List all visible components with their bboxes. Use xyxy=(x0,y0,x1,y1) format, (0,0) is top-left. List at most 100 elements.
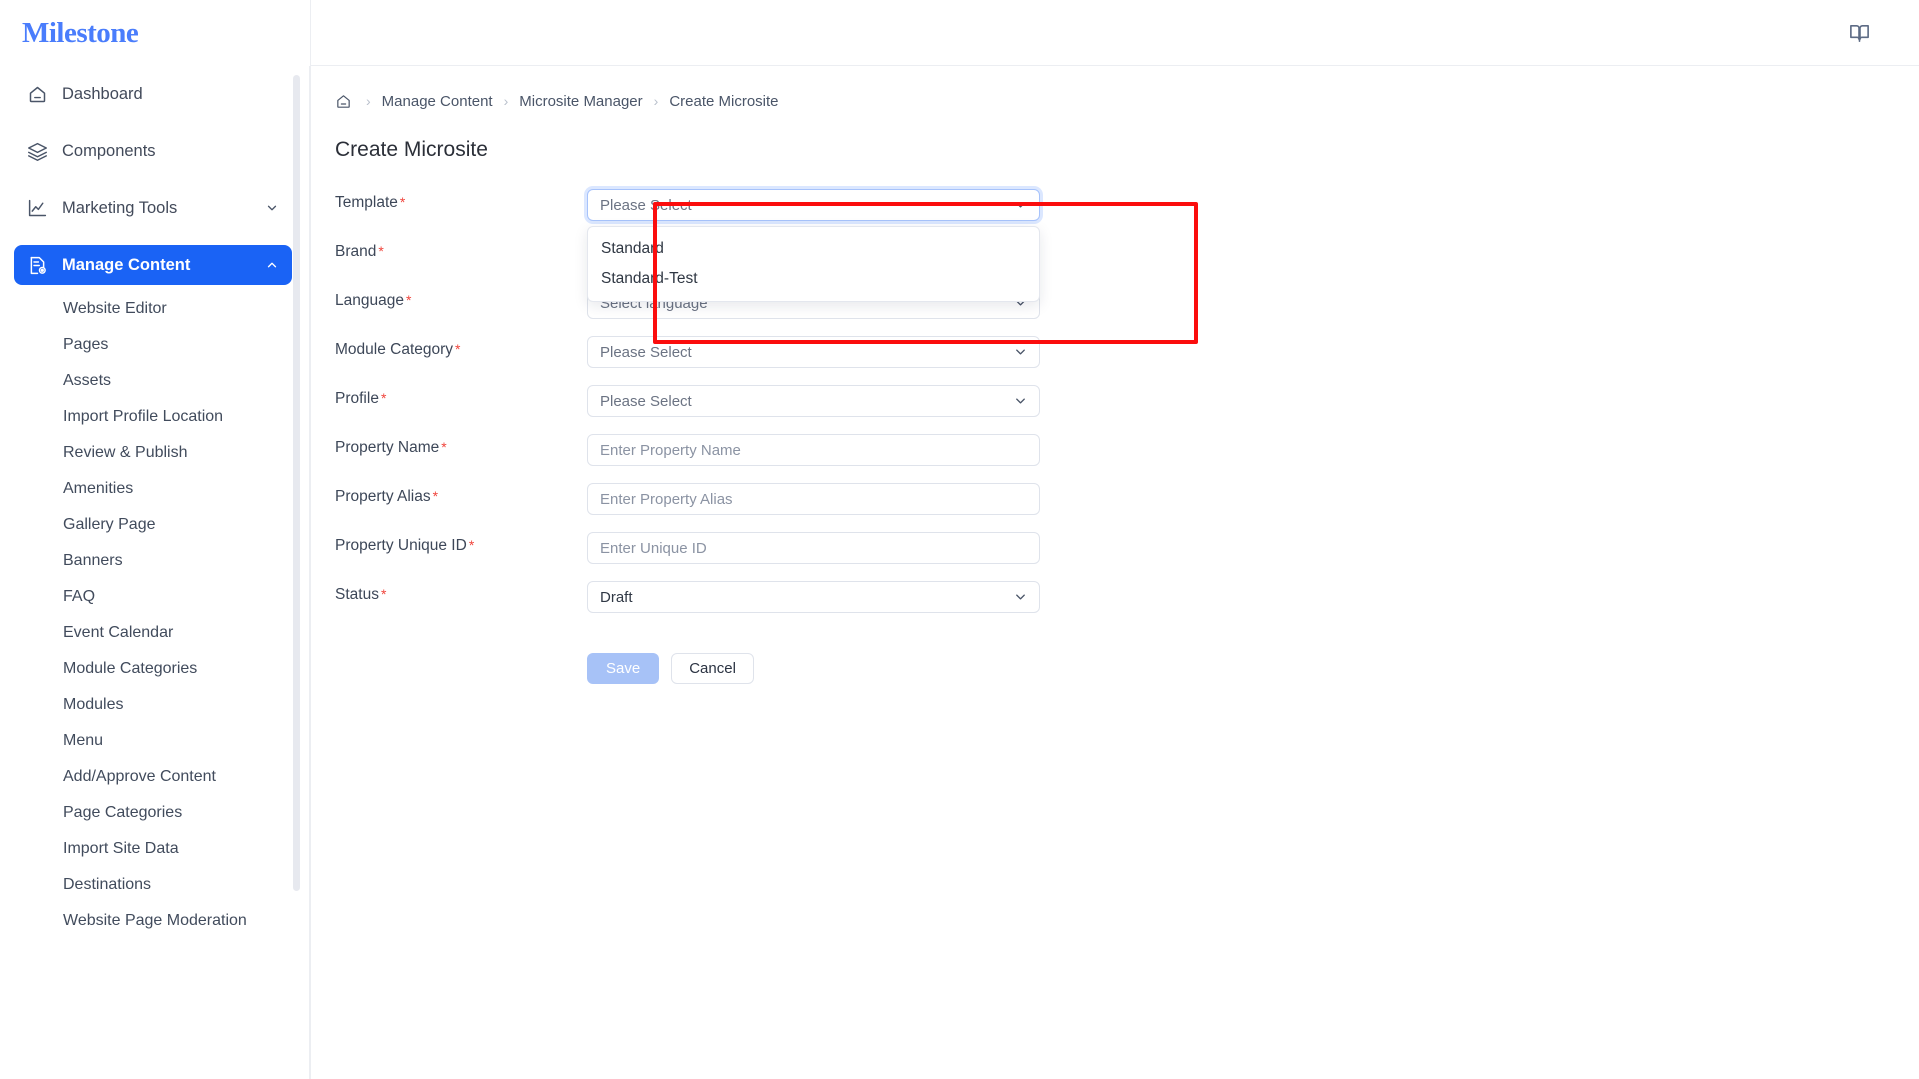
field-label-property-unique-id: Property Unique ID * xyxy=(335,532,587,555)
form-row-module-category: Module Category * Please Select xyxy=(335,336,1919,385)
sidebar-item-label: Manage Content xyxy=(62,255,191,274)
field-control-profile: Please Select xyxy=(587,385,1040,417)
sidebar-item-review-publish[interactable]: Review & Publish xyxy=(0,435,310,471)
property-alias-field-wrap xyxy=(587,483,1040,515)
sidebar-scrollbar[interactable] xyxy=(293,75,300,891)
sidebar-item-modules[interactable]: Modules xyxy=(0,687,310,723)
chart-line-icon xyxy=(24,196,50,220)
field-label-template: Template * xyxy=(335,189,587,212)
status-select[interactable]: Draft xyxy=(587,581,1040,613)
breadcrumb-item-create-microsite[interactable]: Create Microsite xyxy=(669,93,778,110)
field-label-status: Status * xyxy=(335,581,587,604)
sidebar-item-menu[interactable]: Menu xyxy=(0,723,310,759)
required-marker: * xyxy=(468,537,475,553)
sidebar-item-gallery-page[interactable]: Gallery Page xyxy=(0,507,310,543)
label-text: Property Unique ID xyxy=(335,537,467,554)
required-marker: * xyxy=(399,194,406,210)
required-marker: * xyxy=(380,586,387,602)
sidebar-item-website-page-moderation[interactable]: Website Page Moderation xyxy=(0,903,310,939)
sidebar-item-event-calendar[interactable]: Event Calendar xyxy=(0,615,310,651)
topbar xyxy=(311,0,1919,66)
primary-nav: Dashboard Components Marketing Tools Man… xyxy=(0,66,310,939)
field-control-module-category: Please Select xyxy=(587,336,1040,368)
form-row-template: Template * Please Select Standard Standar… xyxy=(335,189,1919,302)
sidebar-item-banners[interactable]: Banners xyxy=(0,543,310,579)
field-control-property-alias xyxy=(587,483,1040,515)
manage-content-subnav: Website Editor Pages Assets Import Profi… xyxy=(0,285,310,939)
sidebar-subitem-label: Banners xyxy=(63,552,123,569)
module-category-select-value: Please Select xyxy=(600,343,692,361)
sidebar-item-pages[interactable]: Pages xyxy=(0,327,310,363)
sidebar-subitem-label: Destinations xyxy=(63,876,152,893)
sidebar-subitem-label: Pages xyxy=(63,336,109,353)
sidebar-item-destinations[interactable]: Destinations xyxy=(0,867,310,903)
nav-gap xyxy=(0,171,310,188)
sidebar-subitem-label: Add/Approve Content xyxy=(63,768,216,785)
sidebar-subitem-label: Import Site Data xyxy=(63,840,179,857)
sidebar-item-faq[interactable]: FAQ xyxy=(0,579,310,615)
label-text: Language xyxy=(335,292,404,309)
module-category-select[interactable]: Please Select xyxy=(587,336,1040,368)
sidebar-item-import-site-data[interactable]: Import Site Data xyxy=(0,831,310,867)
breadcrumb-item-manage-content[interactable]: Manage Content xyxy=(382,93,493,110)
chevron-up-icon xyxy=(264,257,280,273)
field-control-template: Please Select Standard Standard-Test xyxy=(587,189,1040,302)
property-name-field-wrap xyxy=(587,434,1040,466)
label-text: Brand xyxy=(335,243,377,260)
form-actions: Save Cancel xyxy=(587,653,1919,684)
cancel-button[interactable]: Cancel xyxy=(671,653,754,684)
sidebar-subitem-label: Assets xyxy=(63,372,112,389)
label-text: Property Name xyxy=(335,439,440,456)
field-control-property-unique-id xyxy=(587,532,1040,564)
profile-select[interactable]: Please Select xyxy=(587,385,1040,417)
form-row-status: Status * Draft xyxy=(335,581,1919,630)
sidebar-item-components[interactable]: Components xyxy=(14,131,292,171)
sidebar-item-website-editor[interactable]: Website Editor xyxy=(0,291,310,327)
sidebar-subitem-label: FAQ xyxy=(63,588,96,605)
template-select[interactable]: Please Select xyxy=(587,189,1040,221)
breadcrumb-home-icon[interactable] xyxy=(335,93,352,110)
brand-logo-text: Milestone xyxy=(22,16,139,49)
breadcrumb-item-microsite-manager[interactable]: Microsite Manager xyxy=(519,93,642,110)
sidebar-subitem-label: Menu xyxy=(63,732,104,749)
property-name-input[interactable] xyxy=(600,441,1027,459)
required-marker: * xyxy=(441,439,447,455)
form-row-property-unique-id: Property Unique ID * xyxy=(335,532,1919,581)
sidebar-item-marketing-tools[interactable]: Marketing Tools xyxy=(14,188,292,228)
sidebar-item-assets[interactable]: Assets xyxy=(0,363,310,399)
sidebar-item-dashboard[interactable]: Dashboard xyxy=(14,74,292,114)
field-label-module-category: Module Category * xyxy=(335,336,587,359)
chevron-down-icon xyxy=(1013,394,1028,409)
sidebar-item-module-categories[interactable]: Module Categories xyxy=(0,651,310,687)
nav-gap xyxy=(0,228,310,245)
form-row-property-alias: Property Alias * xyxy=(335,483,1919,532)
property-alias-input[interactable] xyxy=(600,490,1027,508)
status-select-value: Draft xyxy=(600,588,633,606)
sidebar-item-page-categories[interactable]: Page Categories xyxy=(0,795,310,831)
required-marker: * xyxy=(432,488,439,504)
sidebar-subitem-label: Page Categories xyxy=(63,804,183,821)
sidebar-item-label: Components xyxy=(62,141,156,160)
sidebar-item-manage-content[interactable]: Manage Content xyxy=(14,245,292,285)
sidebar-item-amenities[interactable]: Amenities xyxy=(0,471,310,507)
sidebar-item-add-approve-content[interactable]: Add/Approve Content xyxy=(0,759,310,795)
save-button[interactable]: Save xyxy=(587,653,660,684)
breadcrumb-separator: › xyxy=(366,93,371,109)
field-label-property-name: Property Name * xyxy=(335,434,587,457)
label-text: Property Alias xyxy=(335,488,431,505)
breadcrumb-separator: › xyxy=(503,93,509,109)
sidebar-subitem-label: Import Profile Location xyxy=(63,408,224,425)
main-area: › Manage Content › Microsite Manager › C… xyxy=(310,0,1919,1079)
chevron-down-icon xyxy=(264,200,280,216)
dropdown-option-standard-test[interactable]: Standard-Test xyxy=(588,264,1039,294)
book-open-icon[interactable] xyxy=(1848,21,1871,44)
sidebar-item-import-profile-location[interactable]: Import Profile Location xyxy=(0,399,310,435)
property-unique-id-input[interactable] xyxy=(600,539,1027,557)
dropdown-option-standard[interactable]: Standard xyxy=(588,234,1039,264)
form-row-language: Language * Select language xyxy=(335,287,1919,336)
form-row-property-name: Property Name * xyxy=(335,434,1919,483)
field-control-status: Draft xyxy=(587,581,1040,613)
brand-logo[interactable]: Milestone xyxy=(0,0,310,66)
required-marker: * xyxy=(378,243,384,259)
chevron-down-icon xyxy=(1013,590,1028,605)
